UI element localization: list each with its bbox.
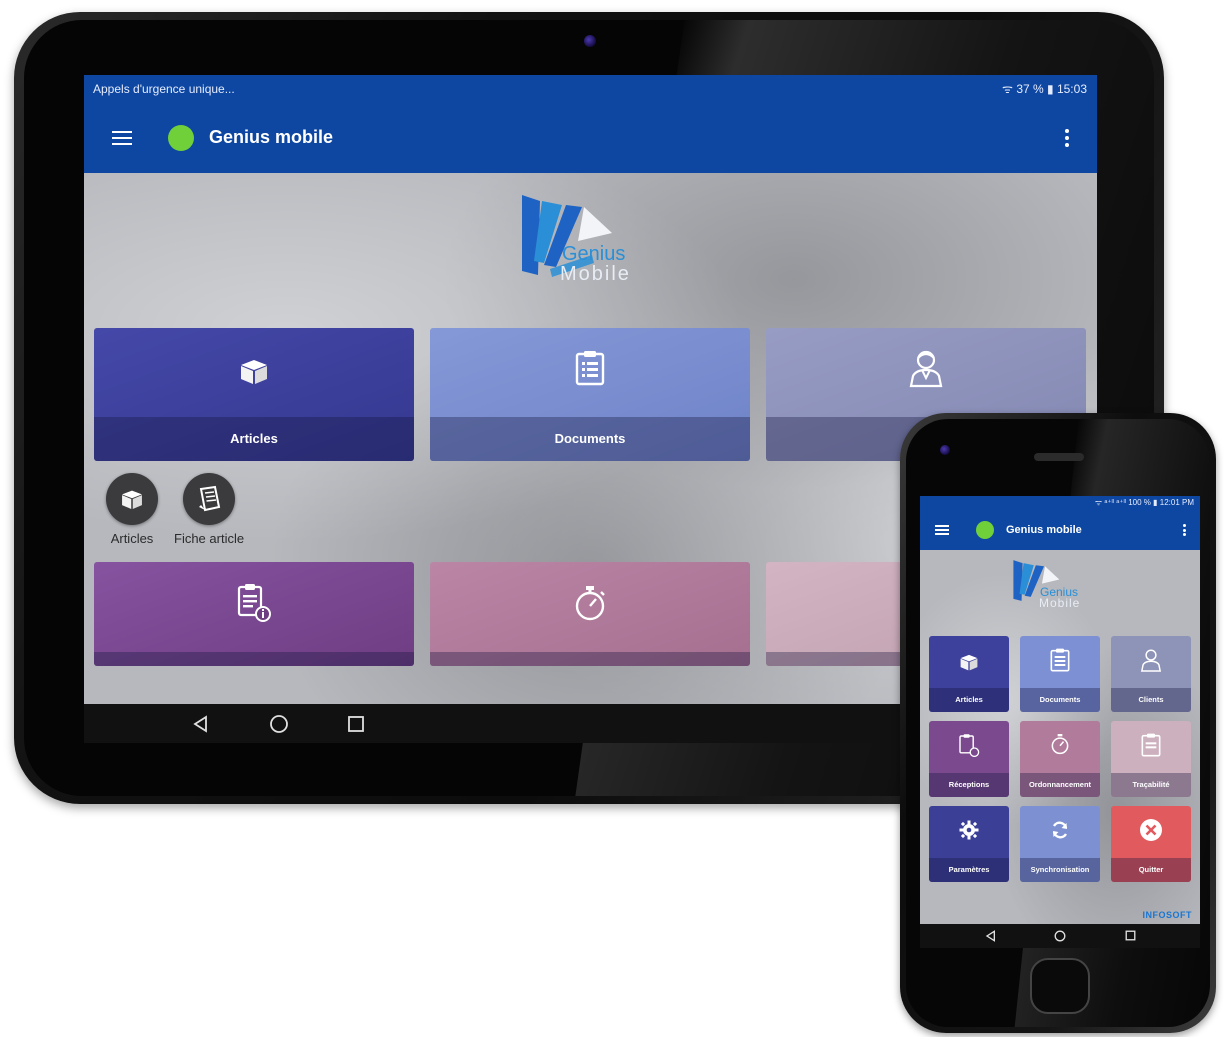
clipboard-list-icon (575, 351, 605, 386)
shortcut-circle (106, 473, 158, 525)
tile-label: Paramètres (929, 858, 1009, 882)
phone-home-content: Genius Mobile Articles Documents Clients… (920, 550, 1200, 924)
back-icon[interactable] (985, 930, 997, 942)
home-icon[interactable] (1054, 930, 1066, 942)
close-circle-icon (1140, 819, 1162, 841)
sync-icon (1052, 821, 1068, 839)
app-title: Genius mobile (1006, 524, 1082, 536)
overflow-menu-icon[interactable] (1183, 524, 1186, 536)
logo-word-mobile: Mobile (560, 263, 631, 285)
tile-label: Documents (1020, 688, 1100, 712)
tile-label: Documents (430, 417, 750, 461)
clipboard-list-icon (1050, 648, 1070, 672)
person-icon (1140, 649, 1162, 672)
tile-synchronisation[interactable]: Synchronisation (1020, 806, 1100, 882)
tile-label: Quitter (1111, 858, 1191, 882)
tile-ordonnancement[interactable] (430, 562, 750, 666)
tile-tracabilite[interactable]: Traçabilité (1111, 721, 1191, 797)
phone-screen: ᯤ ᵃ⁺ˡˡ ᵃ⁺ˡˡ 100 % ▮ 12:01 PM Genius mobi… (920, 496, 1200, 948)
tile-label: Ordonnancement (1020, 773, 1100, 797)
gear-icon (959, 820, 979, 840)
tile-receptions[interactable]: Réceptions (929, 721, 1009, 797)
clipboard-info-icon (237, 584, 271, 622)
logo-word-mobile: Mobile (1039, 596, 1081, 610)
document-icon (199, 485, 221, 512)
tile-quitter[interactable]: Quitter (1111, 806, 1191, 882)
tile-label: Articles (94, 417, 414, 461)
tile-documents[interactable]: Documents (1020, 636, 1100, 712)
tile-label (430, 652, 750, 666)
status-right-text: ᯤ 37 % ▮ 15:03 (1002, 82, 1087, 96)
clipboard-info-icon (959, 734, 980, 757)
phone-camera (940, 445, 950, 455)
person-icon (909, 350, 943, 388)
status-left-text: Appels d'urgence unique... (93, 81, 235, 96)
shortcut-label: Fiche article (174, 531, 245, 546)
tile-parametres[interactable]: Paramètres (929, 806, 1009, 882)
tablet-camera (584, 35, 596, 47)
tile-receptions[interactable] (94, 562, 414, 666)
tile-label: Clients (1111, 688, 1191, 712)
tile-label: Synchronisation (1020, 858, 1100, 882)
tile-documents[interactable]: Documents (430, 328, 750, 461)
tablet-app-bar: Genius mobile (84, 102, 1097, 173)
shortcut-circle (183, 473, 235, 525)
shortcut-fiche-article[interactable]: Fiche article (174, 473, 244, 546)
connection-status-dot (168, 124, 194, 151)
tile-label: Réceptions (929, 773, 1009, 797)
tile-articles[interactable]: Articles (94, 328, 414, 461)
overflow-menu-icon[interactable] (1065, 128, 1069, 147)
phone-nav-bar (920, 924, 1200, 948)
tile-ordonnancement[interactable]: Ordonnancement (1020, 721, 1100, 797)
box-icon (960, 654, 978, 671)
hamburger-menu-icon[interactable] (935, 525, 949, 535)
shortcut-articles[interactable]: Articles (104, 473, 160, 546)
stopwatch-icon (1051, 734, 1069, 755)
phone-app-bar: Genius mobile (920, 510, 1200, 550)
device-mockup: Appels d'urgence unique... ᯤ 37 % ▮ 15:0… (0, 0, 1224, 1037)
tile-articles[interactable]: Articles (929, 636, 1009, 712)
tile-label (94, 652, 414, 666)
tablet-status-bar: Appels d'urgence unique... ᯤ 37 % ▮ 15:0… (84, 75, 1097, 102)
tile-label: Articles (929, 688, 1009, 712)
infosoft-brand: INFOSOFT (1142, 910, 1192, 920)
stopwatch-icon (575, 586, 605, 621)
recents-icon[interactable] (347, 715, 365, 733)
connection-status-dot (976, 521, 994, 539)
home-icon[interactable] (269, 714, 289, 734)
tile-clients[interactable]: Clients (1111, 636, 1191, 712)
clipboard-icon (1141, 733, 1161, 757)
hamburger-menu-icon[interactable] (112, 130, 132, 145)
box-icon (122, 490, 142, 509)
box-icon (241, 360, 267, 384)
back-icon[interactable] (192, 715, 210, 733)
phone-status-bar: ᯤ ᵃ⁺ˡˡ ᵃ⁺ˡˡ 100 % ▮ 12:01 PM (920, 496, 1200, 510)
tile-label: Traçabilité (1111, 773, 1191, 797)
recents-icon[interactable] (1125, 930, 1136, 941)
phone-speaker (1034, 453, 1084, 461)
shortcut-label: Articles (110, 531, 154, 546)
phone-home-button[interactable] (1030, 958, 1090, 1014)
app-title: Genius mobile (209, 127, 334, 147)
